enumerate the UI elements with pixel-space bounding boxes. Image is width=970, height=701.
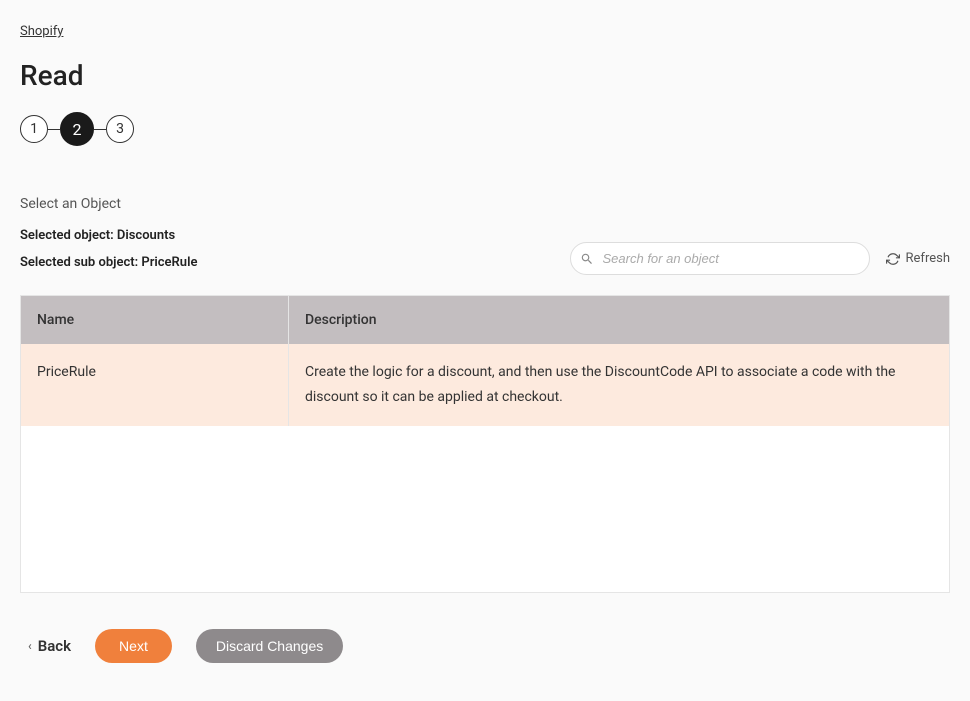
back-label: Back: [38, 637, 71, 655]
stepper: 1 2 3: [20, 112, 950, 146]
cell-name: PriceRule: [21, 344, 289, 426]
table-header: Name Description: [21, 296, 949, 344]
refresh-icon: [886, 252, 900, 266]
step-1[interactable]: 1: [20, 115, 48, 143]
search-input[interactable]: [570, 242, 870, 275]
breadcrumb-shopify[interactable]: Shopify: [20, 24, 63, 39]
discard-button[interactable]: Discard Changes: [196, 629, 343, 663]
refresh-label: Refresh: [906, 251, 950, 266]
step-2[interactable]: 2: [60, 112, 94, 146]
step-connector: [94, 129, 106, 130]
footer-actions: ‹ Back Next Discard Changes: [20, 629, 950, 663]
search-wrapper: [570, 242, 870, 275]
section-subtitle: Select an Object: [20, 196, 950, 212]
chevron-left-icon: ‹: [28, 639, 32, 653]
search-icon: [580, 252, 594, 266]
next-button[interactable]: Next: [95, 629, 172, 663]
column-header-description: Description: [289, 296, 949, 344]
step-3[interactable]: 3: [106, 115, 134, 143]
column-header-name: Name: [21, 296, 289, 344]
page-title: Read: [20, 59, 950, 92]
selected-object-label: Selected object: Discounts: [20, 228, 950, 243]
object-table: Name Description PriceRule Create the lo…: [20, 295, 950, 593]
refresh-button[interactable]: Refresh: [886, 251, 950, 266]
back-button[interactable]: ‹ Back: [28, 637, 71, 655]
table-row[interactable]: PriceRule Create the logic for a discoun…: [21, 344, 949, 426]
cell-description: Create the logic for a discount, and the…: [289, 344, 949, 426]
step-connector: [48, 129, 60, 130]
